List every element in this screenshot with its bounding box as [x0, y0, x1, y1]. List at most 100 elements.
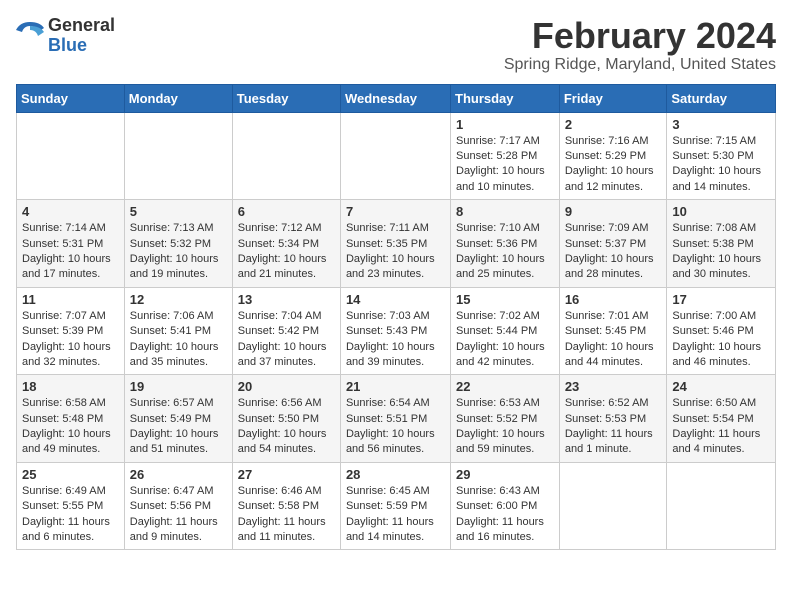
- day-info: Sunrise: 7:08 AM Sunset: 5:38 PM Dayligh…: [672, 221, 770, 283]
- calendar-day-cell: 9 Sunrise: 7:09 AM Sunset: 5:37 PM Daylig…: [559, 200, 667, 288]
- day-number: 22: [456, 379, 554, 394]
- calendar-day-cell: 15Sunrise: 7:02 AM Sunset: 5:44 PM Dayli…: [451, 287, 560, 375]
- calendar-day-cell: 8 Sunrise: 7:10 AM Sunset: 5:36 PM Daylig…: [451, 200, 560, 288]
- day-number: 9: [565, 204, 662, 219]
- day-info: Sunrise: 7:02 AM Sunset: 5:44 PM Dayligh…: [456, 309, 554, 371]
- title-block: February 2024 Spring Ridge, Maryland, Un…: [504, 16, 776, 74]
- day-info: Sunrise: 7:06 AM Sunset: 5:41 PM Dayligh…: [130, 309, 227, 371]
- calendar-day-cell: 24 Sunrise: 6:50 AM Sunset: 5:54 PM Dayli…: [667, 375, 776, 463]
- calendar-day-cell: 6 Sunrise: 7:12 AM Sunset: 5:34 PM Daylig…: [232, 200, 340, 288]
- weekday-header: Tuesday: [232, 84, 340, 112]
- calendar-day-cell: [340, 112, 450, 200]
- logo-general: General: [48, 15, 115, 35]
- calendar-day-cell: 16 Sunrise: 7:01 AM Sunset: 5:45 PM Dayli…: [559, 287, 667, 375]
- day-info: Sunrise: 7:13 AM Sunset: 5:32 PM Dayligh…: [130, 221, 227, 283]
- calendar-day-cell: [232, 112, 340, 200]
- logo-icon: [16, 22, 44, 50]
- day-number: 12: [130, 292, 227, 307]
- calendar-week-row: 4Sunrise: 7:14 AM Sunset: 5:31 PM Daylig…: [17, 200, 776, 288]
- calendar-week-row: 18 Sunrise: 6:58 AM Sunset: 5:48 PM Dayli…: [17, 375, 776, 463]
- calendar-day-cell: 20 Sunrise: 6:56 AM Sunset: 5:50 PM Dayli…: [232, 375, 340, 463]
- day-info: Sunrise: 7:03 AM Sunset: 5:43 PM Dayligh…: [346, 309, 445, 371]
- calendar-day-cell: [559, 462, 667, 550]
- day-number: 18: [22, 379, 119, 394]
- day-number: 10: [672, 204, 770, 219]
- calendar-day-cell: 29 Sunrise: 6:43 AM Sunset: 6:00 PM Dayli…: [451, 462, 560, 550]
- day-info: Sunrise: 7:12 AM Sunset: 5:34 PM Dayligh…: [238, 221, 335, 283]
- day-info: Sunrise: 7:09 AM Sunset: 5:37 PM Dayligh…: [565, 221, 662, 283]
- day-number: 23: [565, 379, 662, 394]
- day-number: 28: [346, 467, 445, 482]
- day-info: Sunrise: 6:58 AM Sunset: 5:48 PM Dayligh…: [22, 396, 119, 458]
- calendar-day-cell: 12 Sunrise: 7:06 AM Sunset: 5:41 PM Dayli…: [124, 287, 232, 375]
- calendar-day-cell: 23Sunrise: 6:52 AM Sunset: 5:53 PM Dayli…: [559, 375, 667, 463]
- day-number: 1: [456, 117, 554, 132]
- day-info: Sunrise: 6:54 AM Sunset: 5:51 PM Dayligh…: [346, 396, 445, 458]
- day-number: 25: [22, 467, 119, 482]
- day-info: Sunrise: 6:57 AM Sunset: 5:49 PM Dayligh…: [130, 396, 227, 458]
- day-info: Sunrise: 7:11 AM Sunset: 5:35 PM Dayligh…: [346, 221, 445, 283]
- day-number: 29: [456, 467, 554, 482]
- weekday-header: Sunday: [17, 84, 125, 112]
- calendar-day-cell: 27 Sunrise: 6:46 AM Sunset: 5:58 PM Dayli…: [232, 462, 340, 550]
- day-number: 17: [672, 292, 770, 307]
- calendar-day-cell: 25Sunrise: 6:49 AM Sunset: 5:55 PM Dayli…: [17, 462, 125, 550]
- calendar-day-cell: 19 Sunrise: 6:57 AM Sunset: 5:49 PM Dayli…: [124, 375, 232, 463]
- day-number: 20: [238, 379, 335, 394]
- day-number: 8: [456, 204, 554, 219]
- calendar-day-cell: [17, 112, 125, 200]
- day-info: Sunrise: 7:01 AM Sunset: 5:45 PM Dayligh…: [565, 309, 662, 371]
- day-info: Sunrise: 7:14 AM Sunset: 5:31 PM Dayligh…: [22, 221, 119, 283]
- weekday-header: Friday: [559, 84, 667, 112]
- weekday-header: Thursday: [451, 84, 560, 112]
- logo-text: General Blue: [48, 16, 115, 56]
- calendar-week-row: 1 Sunrise: 7:17 AM Sunset: 5:28 PM Daylig…: [17, 112, 776, 200]
- day-info: Sunrise: 7:00 AM Sunset: 5:46 PM Dayligh…: [672, 309, 770, 371]
- day-number: 27: [238, 467, 335, 482]
- day-number: 14: [346, 292, 445, 307]
- calendar-day-cell: 28 Sunrise: 6:45 AM Sunset: 5:59 PM Dayli…: [340, 462, 450, 550]
- day-info: Sunrise: 7:10 AM Sunset: 5:36 PM Dayligh…: [456, 221, 554, 283]
- calendar-day-cell: 11 Sunrise: 7:07 AM Sunset: 5:39 PM Dayli…: [17, 287, 125, 375]
- calendar-week-row: 11 Sunrise: 7:07 AM Sunset: 5:39 PM Dayli…: [17, 287, 776, 375]
- day-number: 26: [130, 467, 227, 482]
- day-number: 6: [238, 204, 335, 219]
- day-info: Sunrise: 6:56 AM Sunset: 5:50 PM Dayligh…: [238, 396, 335, 458]
- day-info: Sunrise: 7:16 AM Sunset: 5:29 PM Dayligh…: [565, 134, 662, 196]
- location: Spring Ridge, Maryland, United States: [504, 56, 776, 74]
- day-info: Sunrise: 6:45 AM Sunset: 5:59 PM Dayligh…: [346, 484, 445, 546]
- day-number: 13: [238, 292, 335, 307]
- logo-blue: Blue: [48, 35, 87, 55]
- day-number: 21: [346, 379, 445, 394]
- weekday-header: Wednesday: [340, 84, 450, 112]
- day-number: 2: [565, 117, 662, 132]
- calendar-day-cell: 4Sunrise: 7:14 AM Sunset: 5:31 PM Daylig…: [17, 200, 125, 288]
- logo: General Blue: [16, 16, 115, 56]
- calendar-day-cell: 13Sunrise: 7:04 AM Sunset: 5:42 PM Dayli…: [232, 287, 340, 375]
- day-info: Sunrise: 6:43 AM Sunset: 6:00 PM Dayligh…: [456, 484, 554, 546]
- calendar-day-cell: 18 Sunrise: 6:58 AM Sunset: 5:48 PM Dayli…: [17, 375, 125, 463]
- day-number: 7: [346, 204, 445, 219]
- calendar-day-cell: 26Sunrise: 6:47 AM Sunset: 5:56 PM Dayli…: [124, 462, 232, 550]
- calendar-week-row: 25Sunrise: 6:49 AM Sunset: 5:55 PM Dayli…: [17, 462, 776, 550]
- calendar-day-cell: 5Sunrise: 7:13 AM Sunset: 5:32 PM Daylig…: [124, 200, 232, 288]
- month-title: February 2024: [504, 16, 776, 56]
- day-info: Sunrise: 6:53 AM Sunset: 5:52 PM Dayligh…: [456, 396, 554, 458]
- calendar-day-cell: 22 Sunrise: 6:53 AM Sunset: 5:52 PM Dayli…: [451, 375, 560, 463]
- day-number: 19: [130, 379, 227, 394]
- page-header: General Blue February 2024 Spring Ridge,…: [16, 16, 776, 74]
- day-number: 24: [672, 379, 770, 394]
- weekday-header: Saturday: [667, 84, 776, 112]
- day-number: 11: [22, 292, 119, 307]
- day-info: Sunrise: 6:50 AM Sunset: 5:54 PM Dayligh…: [672, 396, 770, 458]
- day-info: Sunrise: 6:46 AM Sunset: 5:58 PM Dayligh…: [238, 484, 335, 546]
- weekday-header: Monday: [124, 84, 232, 112]
- calendar-day-cell: 3Sunrise: 7:15 AM Sunset: 5:30 PM Daylig…: [667, 112, 776, 200]
- day-number: 16: [565, 292, 662, 307]
- calendar-day-cell: [667, 462, 776, 550]
- weekday-header-row: SundayMondayTuesdayWednesdayThursdayFrid…: [17, 84, 776, 112]
- day-info: Sunrise: 7:15 AM Sunset: 5:30 PM Dayligh…: [672, 134, 770, 196]
- day-info: Sunrise: 7:17 AM Sunset: 5:28 PM Dayligh…: [456, 134, 554, 196]
- day-info: Sunrise: 7:07 AM Sunset: 5:39 PM Dayligh…: [22, 309, 119, 371]
- calendar-day-cell: 14 Sunrise: 7:03 AM Sunset: 5:43 PM Dayli…: [340, 287, 450, 375]
